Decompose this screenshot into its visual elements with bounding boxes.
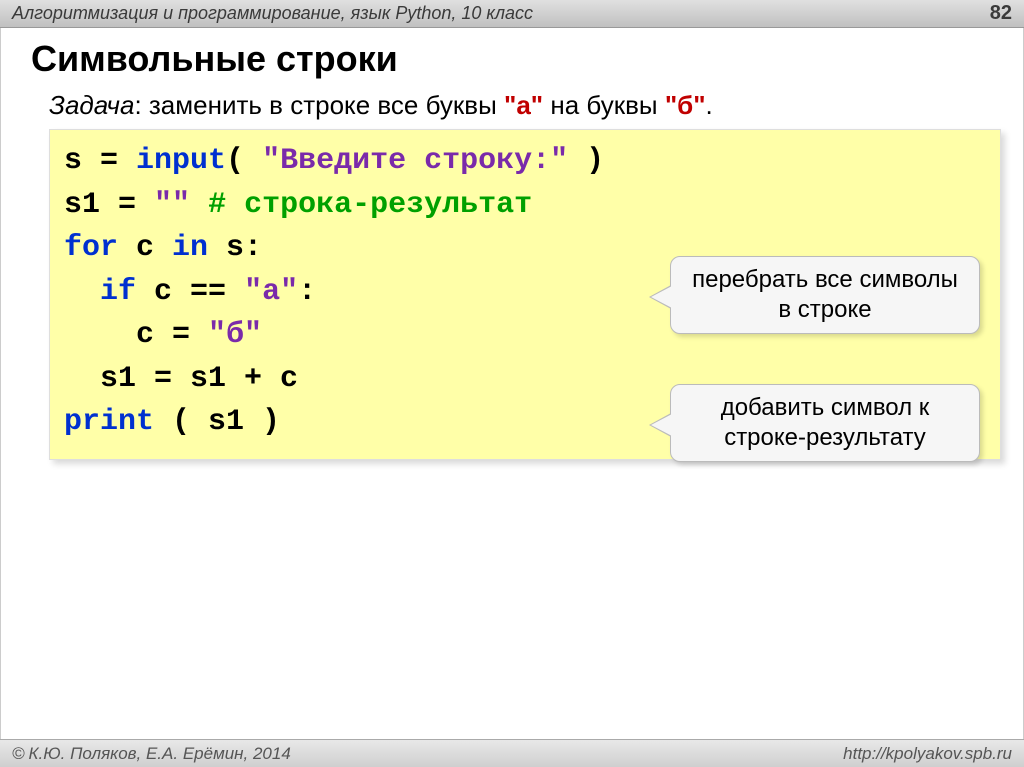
letter-b: "б" [665, 90, 706, 120]
footer-url: http://kpolyakov.spb.ru [843, 744, 1012, 764]
task-label: Задача [49, 90, 134, 120]
copyright-icon: © [12, 744, 25, 764]
callout-append: добавить символ к строке-результату [670, 384, 980, 462]
callout-iterate: перебрать все символы в строке [670, 256, 980, 334]
slide-title: Символьные строки [1, 28, 1023, 86]
code-line-2: s1 = "" # строка-результат [64, 184, 986, 228]
copyright: © К.Ю. Поляков, Е.А. Ерёмин, 2014 [12, 744, 291, 764]
subject-line: Алгоритмизация и программирование, язык … [12, 3, 533, 24]
page-number: 82 [990, 2, 1012, 25]
letter-a: "а" [504, 90, 543, 120]
slide-header: Алгоритмизация и программирование, язык … [0, 0, 1024, 28]
task-statement: Задача: заменить в строке все буквы "а" … [1, 86, 1023, 129]
slide-content: Символьные строки Задача: заменить в стр… [0, 28, 1024, 739]
slide-footer: © К.Ю. Поляков, Е.А. Ерёмин, 2014 http:/… [0, 739, 1024, 767]
code-block: s = input( "Введите строку:" ) s1 = "" #… [49, 129, 1001, 460]
code-line-1: s = input( "Введите строку:" ) [64, 140, 986, 184]
